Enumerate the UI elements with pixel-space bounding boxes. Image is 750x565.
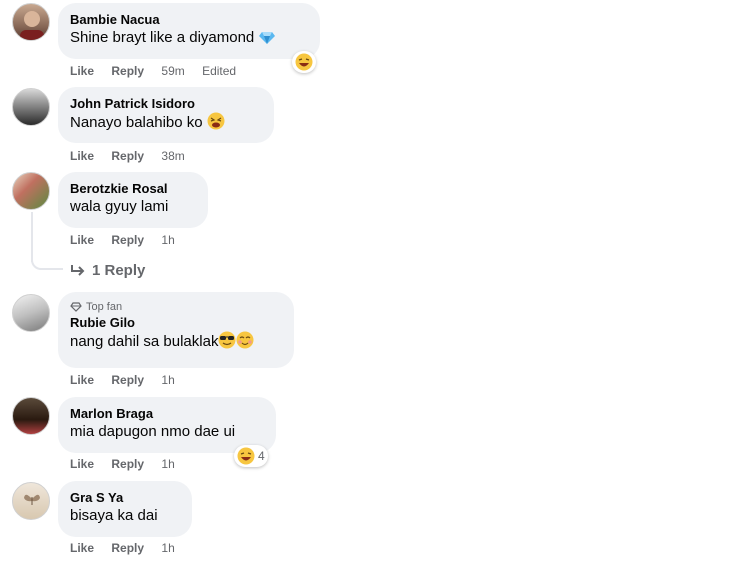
avatar[interactable] <box>12 88 50 126</box>
comment-text: bisaya ka dai <box>70 507 158 524</box>
like-button[interactable]: Like <box>70 64 94 78</box>
reply-button[interactable]: Reply <box>111 541 144 555</box>
comment-body: Shine brayt like a diyamond <box>70 29 255 46</box>
comment-actions: Like Reply 59m Edited <box>70 64 250 78</box>
blushing-emoji-icon <box>236 331 254 349</box>
reaction-count: 4 <box>258 449 265 463</box>
reaction-badge[interactable] <box>292 51 316 73</box>
reply-button[interactable]: Reply <box>111 457 144 471</box>
person-avatar-icon <box>20 11 44 40</box>
comment-text: Shine brayt like a diyamond <box>70 28 308 48</box>
comment-text: wala gyuy lami <box>70 198 169 215</box>
butterfly-logo-icon <box>24 494 40 505</box>
timestamp[interactable]: 59m <box>161 64 184 78</box>
comment-body: Nanayo balahibo ko <box>70 114 203 131</box>
avatar[interactable] <box>12 3 50 41</box>
comment-text: nang dahil sa bulaklak <box>70 331 282 352</box>
sunglasses-emoji-icon <box>218 331 236 349</box>
like-button[interactable]: Like <box>70 233 94 247</box>
like-button[interactable]: Like <box>70 373 94 387</box>
author-name[interactable]: Bambie Nacua <box>70 11 308 28</box>
laughing-emoji-icon <box>295 53 313 71</box>
comment-actions: Like Reply 1h <box>70 541 189 555</box>
like-button[interactable]: Like <box>70 149 94 163</box>
author-name[interactable]: Berotzkie Rosal <box>70 180 196 197</box>
timestamp[interactable]: 1h <box>161 233 174 247</box>
diamond-icon <box>259 32 276 44</box>
reply-button[interactable]: Reply <box>111 373 144 387</box>
timestamp[interactable]: 1h <box>161 373 174 387</box>
comment-bubble: Top fan Rubie Gilo nang dahil sa bulakla… <box>58 292 294 368</box>
comment-actions: Like Reply 38m <box>70 149 199 163</box>
edited-label: Edited <box>202 64 237 78</box>
comment-actions: Like Reply 1h <box>70 233 189 247</box>
view-replies-link[interactable]: 1 Reply <box>70 262 145 279</box>
avatar[interactable] <box>12 482 50 520</box>
reply-button[interactable]: Reply <box>111 149 144 163</box>
author-name[interactable]: Marlon Braga <box>70 405 264 422</box>
like-button[interactable]: Like <box>70 457 94 471</box>
reaction-badge[interactable]: 4 <box>234 445 268 467</box>
replies-count[interactable]: 1 Reply <box>92 262 145 279</box>
tired-face-emoji-icon <box>207 112 225 130</box>
timestamp[interactable]: 1h <box>161 541 174 555</box>
author-name[interactable]: Gra S Ya <box>70 489 180 506</box>
reply-arrow-icon <box>71 264 85 276</box>
comment-body: nang dahil sa bulaklak <box>70 333 219 350</box>
comment-bubble: John Patrick Isidoro Nanayo balahibo ko <box>58 87 274 143</box>
comment-bubble: Berotzkie Rosal wala gyuy lami <box>58 172 208 228</box>
reply-button[interactable]: Reply <box>111 233 144 247</box>
author-name[interactable]: Rubie Gilo <box>70 314 282 331</box>
comment-bubble: Bambie Nacua Shine brayt like a diyamond <box>58 3 320 59</box>
comment-actions: Like Reply 1h <box>70 457 189 471</box>
diamond-icon <box>70 302 82 312</box>
comment-bubble: Gra S Ya bisaya ka dai <box>58 481 192 537</box>
timestamp[interactable]: 38m <box>161 149 184 163</box>
reply-button[interactable]: Reply <box>111 64 144 78</box>
avatar[interactable] <box>12 397 50 435</box>
avatar[interactable] <box>12 172 50 210</box>
top-fan-label: Top fan <box>86 301 123 313</box>
timestamp[interactable]: 1h <box>161 457 174 471</box>
like-button[interactable]: Like <box>70 541 94 555</box>
avatar[interactable] <box>12 294 50 332</box>
comment-text: Nanayo balahibo ko <box>70 112 262 133</box>
comment-text: mia dapugon nmo dae ui <box>70 423 236 440</box>
author-name[interactable]: John Patrick Isidoro <box>70 95 262 112</box>
comment-actions: Like Reply 1h <box>70 373 189 387</box>
thread-curve <box>31 254 63 270</box>
laughing-emoji-icon <box>237 447 255 465</box>
top-fan-badge: Top fan <box>70 300 282 314</box>
